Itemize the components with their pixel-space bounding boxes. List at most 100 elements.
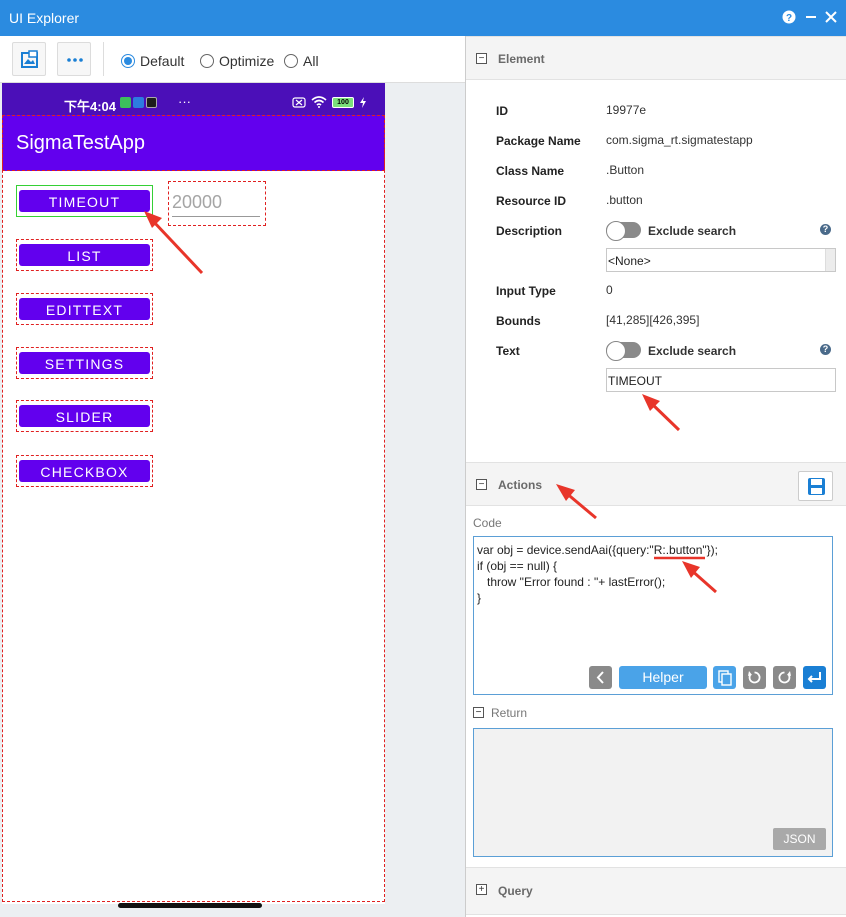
redo-button[interactable]: [773, 666, 796, 689]
helper-button[interactable]: Helper: [619, 666, 707, 689]
element-section-header[interactable]: − Element: [466, 36, 846, 80]
mute-icon: [292, 96, 306, 108]
status-bar: 下午4:04 ··· 100: [2, 83, 385, 115]
section-label: Query: [498, 884, 533, 898]
section-label: Element: [498, 52, 545, 66]
status-more: ···: [178, 94, 191, 109]
image-icon: [21, 50, 38, 68]
battery-icon: 100: [332, 96, 354, 108]
app-button-timeout[interactable]: TIMEOUT: [16, 185, 153, 217]
prop-id-value: 19977e: [606, 103, 647, 117]
chevron-left-icon: [596, 671, 604, 684]
minimize-icon[interactable]: [802, 8, 820, 26]
radio-dot: [200, 54, 214, 68]
return-label: Return: [491, 706, 528, 720]
prop-resource-value: .button: [606, 193, 643, 207]
button-label: TIMEOUT: [19, 190, 150, 212]
description-field[interactable]: <None>: [606, 248, 836, 272]
exclude-search-label: Exclude search: [648, 344, 737, 358]
timeout-edit-field[interactable]: 20000: [168, 181, 266, 226]
query-section-header[interactable]: + Query: [466, 867, 846, 915]
help-icon[interactable]: ?: [780, 8, 798, 26]
screenshot-button[interactable]: [12, 42, 46, 76]
description-exclude-toggle[interactable]: [606, 221, 641, 241]
app-button-edittext[interactable]: EDITTEXT: [16, 293, 153, 325]
status-icons: [120, 97, 157, 108]
copy-icon: [718, 670, 732, 686]
edit-value: 20000: [172, 192, 223, 212]
text-field[interactable]: TIMEOUT: [606, 368, 836, 392]
text-exclude-toggle[interactable]: [606, 341, 641, 361]
actions-section-header[interactable]: − Actions: [466, 462, 846, 506]
redo-icon: [778, 671, 791, 684]
close-icon[interactable]: [822, 8, 840, 26]
radio-default[interactable]: Default: [121, 53, 184, 69]
save-icon: [808, 478, 825, 495]
button-label: EDITTEXT: [19, 298, 150, 320]
status-right: 100: [292, 96, 367, 108]
more-button[interactable]: [57, 42, 91, 76]
device-screen[interactable]: 下午4:04 ··· 100 SigmaTestApp TIMEOUT LIST…: [2, 83, 385, 904]
button-label: SLIDER: [19, 405, 150, 427]
app-notification-icon: [133, 97, 144, 108]
prop-resource-label: Resource ID: [496, 194, 567, 208]
edit-underline: [172, 216, 260, 217]
exclude-search-label: Exclude search: [648, 224, 737, 238]
window-title: UI Explorer: [9, 10, 80, 26]
prop-bounds-label: Bounds: [496, 314, 541, 328]
collapse-icon[interactable]: −: [476, 479, 487, 490]
app-notification-icon: [120, 97, 131, 108]
inspector-panel: − Element ID 19977e Package Name com.sig…: [466, 36, 846, 917]
undo-button[interactable]: [743, 666, 766, 689]
charging-icon: [360, 96, 366, 108]
save-button[interactable]: [798, 471, 833, 501]
prop-class-value: .Button: [606, 163, 645, 177]
prop-id-label: ID: [496, 104, 508, 118]
section-label: Actions: [498, 478, 543, 492]
app-button-checkbox[interactable]: CHECKBOX: [16, 455, 153, 487]
prop-text-label: Text: [496, 344, 520, 358]
copy-button[interactable]: [713, 666, 736, 689]
radio-label: All: [303, 53, 319, 69]
undo-icon: [748, 671, 761, 684]
code-editor[interactable]: var obj = device.sendAai({query:"R:.butt…: [473, 536, 833, 695]
appbar-bounds: [2, 115, 385, 171]
code-text: var obj = device.sendAai({query:"R:.butt…: [477, 543, 718, 605]
toolbar: Default Optimize All: [0, 36, 465, 83]
title-bar: UI Explorer ?: [0, 0, 846, 36]
app-button-slider[interactable]: SLIDER: [16, 400, 153, 432]
code-label: Code: [473, 516, 502, 530]
wifi-icon: [311, 96, 327, 108]
text-value: TIMEOUT: [608, 374, 662, 388]
button-label: CHECKBOX: [19, 460, 150, 482]
prop-package-label: Package Name: [496, 134, 581, 148]
button-label: LIST: [19, 244, 150, 266]
scrollbar[interactable]: [825, 249, 835, 271]
radio-label: Default: [140, 53, 185, 69]
collapse-icon[interactable]: −: [476, 53, 487, 64]
app-notification-icon: [146, 97, 157, 108]
radio-dot: [284, 54, 298, 68]
help-icon[interactable]: ?: [820, 344, 831, 355]
radio-label: Optimize: [219, 53, 275, 69]
back-button[interactable]: [589, 666, 612, 689]
radio-optimize[interactable]: Optimize: [200, 53, 274, 69]
prop-input-type-value: 0: [606, 283, 613, 297]
help-icon[interactable]: ?: [820, 224, 831, 235]
home-indicator[interactable]: [118, 903, 262, 908]
json-button[interactable]: JSON: [773, 828, 826, 850]
prop-package-value: com.sigma_rt.sigmatestapp: [606, 133, 753, 147]
root-bounds: [2, 115, 385, 902]
app-button-settings[interactable]: SETTINGS: [16, 347, 153, 379]
svg-text:?: ?: [786, 13, 792, 24]
prop-bounds-value: [41,285][426,395]: [606, 313, 700, 327]
description-value: <None>: [608, 254, 651, 268]
app-button-list[interactable]: LIST: [16, 239, 153, 271]
collapse-icon[interactable]: −: [473, 707, 484, 718]
radio-all[interactable]: All: [284, 53, 319, 69]
execute-button[interactable]: [803, 666, 826, 689]
enter-icon: [807, 672, 821, 683]
expand-icon[interactable]: +: [476, 884, 487, 895]
radio-dot: [121, 54, 135, 68]
return-output[interactable]: JSON: [473, 728, 833, 857]
